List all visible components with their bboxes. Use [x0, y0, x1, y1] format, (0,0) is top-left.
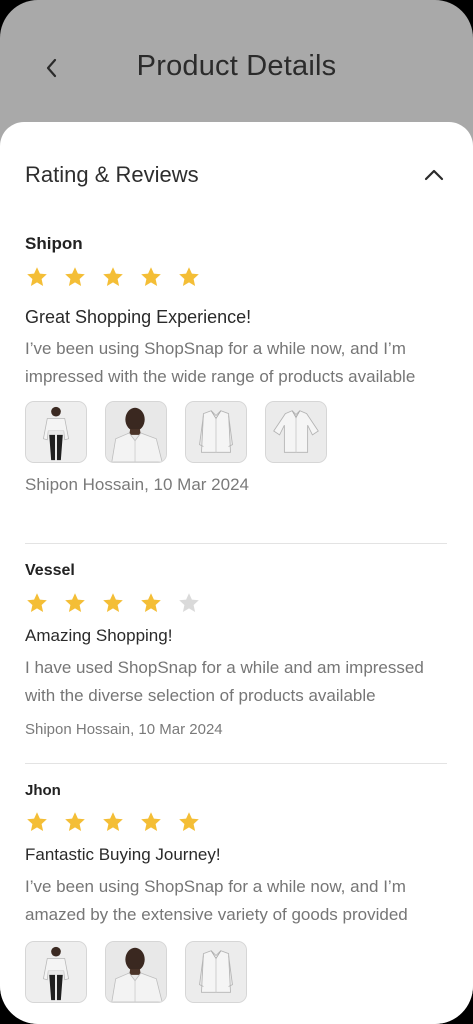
reviewer-name: Shipon [25, 234, 83, 253]
star-filled-icon [141, 267, 161, 286]
star-empty-icon [179, 593, 199, 612]
review-body: I’ve been using ShopSnap for a while now… [25, 877, 408, 924]
star-filled-icon [27, 593, 47, 612]
review-photo-thumbnail[interactable] [185, 941, 247, 1003]
review-photo-thumbnail[interactable] [25, 401, 87, 463]
collapse-button[interactable] [421, 162, 447, 188]
review-title: Amazing Shopping! [25, 626, 173, 645]
review-photo-thumbnail[interactable] [265, 401, 327, 463]
page-title: Product Details [136, 50, 337, 82]
star-filled-icon [179, 812, 199, 831]
star-filled-icon [179, 267, 199, 286]
review-photo-thumbnail[interactable] [105, 941, 167, 1003]
chevron-up-icon [424, 169, 444, 181]
review-photo-thumbnail[interactable] [25, 941, 87, 1003]
star-filled-icon [141, 812, 161, 831]
star-filled-icon [27, 267, 47, 286]
review-photo-thumbnail[interactable] [185, 401, 247, 463]
review-title: Fantastic Buying Journey! [25, 845, 221, 864]
reviewer-name: Vessel [25, 562, 75, 579]
review-photos [25, 941, 447, 1003]
star-filled-icon [103, 267, 123, 286]
review-meta: Shipon Hossain, 10 Mar 2024 [25, 475, 249, 494]
review-body: I’ve been using ShopSnap for a while now… [25, 339, 416, 386]
header: Product Details [0, 0, 473, 122]
review-card: Jhon Fantastic Buying Journey! I’ve been… [25, 782, 447, 1003]
star-filled-icon [103, 812, 123, 831]
review-card: Vessel Amazing Shopping! I have used Sho… [25, 562, 447, 738]
star-filled-icon [103, 593, 123, 612]
review-meta: Shipon Hossain, 10 Mar 2024 [25, 721, 223, 738]
star-filled-icon [65, 593, 85, 612]
divider [25, 763, 447, 764]
star-filled-icon [141, 593, 161, 612]
review-photo-thumbnail[interactable] [105, 401, 167, 463]
section-title: Rating & Reviews [25, 162, 199, 187]
review-body: I have used ShopSnap for a while and am … [25, 658, 424, 705]
star-rating [25, 266, 447, 288]
reviewer-name: Jhon [25, 782, 61, 799]
reviews-sheet: Rating & Reviews Shipon Great Shopping E… [0, 122, 473, 1024]
review-title: Great Shopping Experience! [25, 307, 252, 327]
review-photos [25, 401, 447, 463]
star-filled-icon [65, 267, 85, 286]
phone-screen: Product Details Rating & Reviews Shipon … [0, 0, 473, 1024]
star-rating [25, 811, 447, 833]
divider [25, 543, 447, 544]
review-card: Shipon Great Shopping Experience! I’ve b… [25, 234, 447, 495]
star-filled-icon [27, 812, 47, 831]
section-header[interactable]: Rating & Reviews [25, 162, 447, 190]
star-rating [25, 592, 447, 614]
star-filled-icon [65, 812, 85, 831]
